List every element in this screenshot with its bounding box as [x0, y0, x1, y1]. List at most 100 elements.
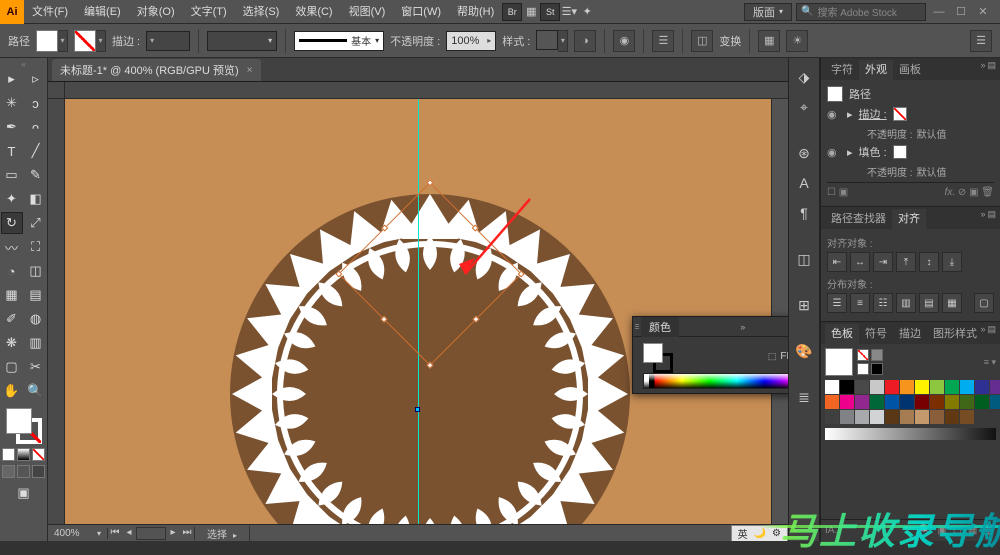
dock-properties-icon[interactable]: ⬗ [791, 64, 817, 90]
scale-tool[interactable]: ⤢ [25, 212, 47, 234]
minimize-icon[interactable]: — [930, 3, 948, 21]
swatch-color[interactable] [915, 410, 929, 424]
swatch-color[interactable] [975, 380, 989, 394]
slice-tool[interactable]: ✂ [25, 356, 47, 378]
screen-mode-icon[interactable]: ▣ [13, 482, 35, 504]
dock-character-icon[interactable]: A [791, 170, 817, 196]
stroke-opacity-label[interactable]: 不透明度 : [867, 126, 913, 141]
distribute-bottom-icon[interactable]: ☷ [873, 293, 893, 313]
swatch-color[interactable] [945, 380, 959, 394]
graphic-style-swatch[interactable] [536, 30, 558, 50]
visibility-icon[interactable]: ◉ [827, 108, 841, 121]
swatch-color[interactable] [870, 395, 884, 409]
vertical-guide[interactable] [418, 99, 419, 524]
swatch-color[interactable] [855, 410, 869, 424]
menu-window[interactable]: 窗口(W) [393, 0, 449, 24]
swatch-options-icon[interactable]: ▦ [968, 525, 977, 536]
rotation-anchor[interactable] [415, 407, 420, 412]
ime-indicator[interactable]: 英🌙⚙ [731, 525, 788, 542]
color-mode-icon[interactable] [2, 448, 15, 461]
tab-swatches[interactable]: 色板 [825, 324, 859, 344]
tab-graphic-styles[interactable]: 图形样式 [927, 324, 983, 344]
menu-view[interactable]: 视图(V) [341, 0, 394, 24]
grayscale-swatches[interactable] [825, 428, 996, 440]
dock-paragraph-icon[interactable]: ¶ [791, 200, 817, 226]
selection-tool[interactable]: ▸ [1, 68, 23, 90]
shaper-tool[interactable]: ✦ [1, 188, 23, 210]
direct-selection-tool[interactable]: ▹ [25, 68, 47, 90]
stroke-dropdown-icon[interactable]: ▾ [96, 30, 106, 52]
swatch-color[interactable] [960, 410, 974, 424]
swatch-color[interactable] [870, 380, 884, 394]
canvas[interactable]: // build the white starburst ring via JS… [65, 99, 771, 524]
color-panel-tab[interactable]: 颜色 [641, 317, 679, 337]
stroke-swatch[interactable] [74, 30, 96, 52]
draw-normal-icon[interactable] [2, 465, 15, 478]
swatch-color[interactable] [930, 380, 944, 394]
panel-collapse-icon[interactable]: » [980, 324, 985, 335]
gpu-icon[interactable]: ✦ [578, 3, 596, 21]
swatch-color[interactable] [930, 410, 944, 424]
lasso-tool[interactable]: ɔ [25, 92, 47, 114]
swatch-white[interactable] [857, 363, 869, 375]
swatch-libraries-icon[interactable]: IA. [825, 525, 837, 536]
maximize-icon[interactable]: ☐ [952, 3, 970, 21]
swatch-color[interactable] [900, 395, 914, 409]
width-tool[interactable]: 〰 [1, 236, 23, 258]
style-dropdown-icon[interactable]: ▾ [558, 30, 568, 52]
recolor-icon[interactable]: ◉ [613, 30, 635, 52]
trash-icon[interactable]: 🗑 [981, 187, 994, 198]
fill-stroke-indicator[interactable] [6, 408, 42, 444]
dock-transform-icon[interactable]: ⊞ [791, 292, 817, 318]
swatch-color[interactable] [855, 395, 869, 409]
rectangle-tool[interactable]: ▭ [1, 164, 23, 186]
paintbrush-tool[interactable]: ✎ [25, 164, 47, 186]
align-to-icon[interactable]: ▢ [974, 293, 994, 313]
swatch-color[interactable] [960, 395, 974, 409]
gradient-mode-icon[interactable] [17, 448, 30, 461]
hand-tool[interactable]: ✋ [1, 380, 23, 402]
distribute-vcenter-icon[interactable]: ≡ [850, 293, 870, 313]
swatch-color[interactable] [825, 380, 839, 394]
color-panel-header[interactable]: 颜色 » ▤ [633, 317, 788, 337]
dock-layers-icon[interactable]: ≣ [791, 384, 817, 410]
tab-character[interactable]: 字符 [825, 60, 859, 80]
menu-help[interactable]: 帮助(H) [449, 0, 502, 24]
toolbox-collapse-icon[interactable]: « [4, 60, 44, 68]
trash-icon[interactable]: 🗑 [983, 525, 996, 536]
symbol-sprayer-tool[interactable]: ❋ [1, 332, 23, 354]
dock-align-icon[interactable]: ◫ [791, 246, 817, 272]
swatch-color[interactable] [945, 410, 959, 424]
type-tool[interactable]: T [1, 140, 23, 162]
blend-tool[interactable]: ◍ [25, 308, 47, 330]
align-top-icon[interactable]: ⤒ [896, 252, 916, 272]
fill-indicator[interactable] [6, 408, 32, 434]
rgb-icon[interactable]: ☀ [786, 30, 808, 52]
gradient-tool[interactable]: ▤ [25, 284, 47, 306]
distribute-right-icon[interactable]: ▦ [942, 293, 962, 313]
swatch-black[interactable] [871, 363, 883, 375]
swatch-color[interactable] [840, 395, 854, 409]
distribute-left-icon[interactable]: ▥ [896, 293, 916, 313]
panel-menu-icon[interactable]: ▤ [987, 60, 996, 71]
artboard-tool[interactable]: ▢ [1, 356, 23, 378]
clear-icon[interactable]: ⊘ [958, 187, 966, 198]
magic-wand-tool[interactable]: ✳ [1, 92, 23, 114]
transform-link[interactable]: 变换 [719, 33, 741, 49]
options-icon[interactable]: ☰ [970, 30, 992, 52]
align-vcenter-icon[interactable]: ↕ [919, 252, 939, 272]
swatch-color[interactable] [885, 410, 899, 424]
artboard-nav[interactable]: ⏮◂ ▸⏭ [108, 527, 195, 540]
fill-opacity-label[interactable]: 不透明度 : [867, 164, 913, 179]
tab-align[interactable]: 对齐 [892, 209, 926, 229]
panel-menu-icon[interactable]: ▤ [987, 324, 996, 335]
swatch-color[interactable] [900, 410, 914, 424]
tab-pathfinder[interactable]: 路径查找器 [825, 209, 892, 229]
swatch-color[interactable] [945, 395, 959, 409]
swatch-search-icon[interactable]: 🔍 [919, 525, 931, 536]
mesh-tool[interactable]: ▦ [1, 284, 23, 306]
appearance-icon[interactable]: ◑ [574, 30, 596, 52]
swatch-color[interactable] [885, 380, 899, 394]
ruler-origin[interactable] [48, 82, 65, 99]
new-group-icon[interactable]: ▣ [937, 525, 946, 536]
